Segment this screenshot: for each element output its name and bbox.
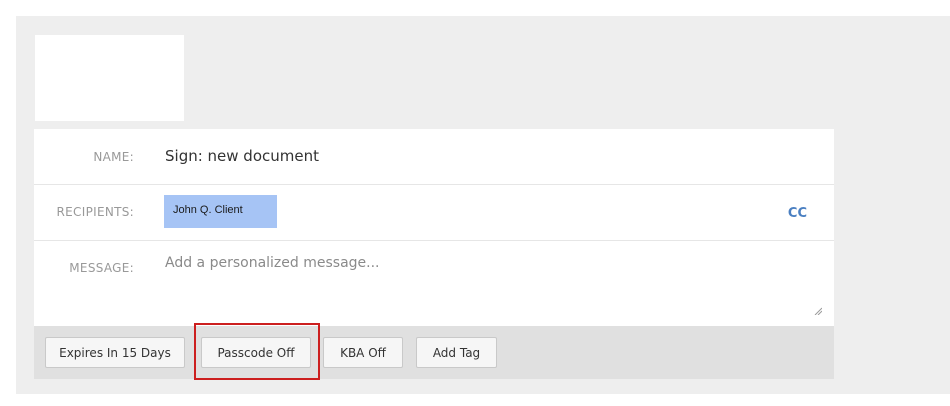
- recipients-label: RECIPIENTS:: [56, 205, 134, 219]
- message-input[interactable]: [163, 251, 827, 329]
- recipients-row: RECIPIENTS: John Q. Client CC: [34, 185, 834, 241]
- logo-placeholder: [35, 35, 184, 121]
- message-label: MESSAGE:: [69, 261, 134, 275]
- expires-button[interactable]: Expires In 15 Days: [45, 337, 185, 368]
- add-tag-button[interactable]: Add Tag: [416, 337, 497, 368]
- cc-link[interactable]: CC: [788, 206, 807, 221]
- name-label: NAME:: [93, 150, 134, 164]
- signature-request-form: NAME: Sign: new document RECIPIENTS: Joh…: [34, 129, 834, 379]
- document-name-value[interactable]: Sign: new document: [165, 147, 319, 165]
- recipient-chip[interactable]: John Q. Client: [164, 195, 277, 228]
- options-toolbar: Expires In 15 Days Passcode Off KBA Off …: [34, 326, 834, 379]
- name-row: NAME: Sign: new document: [34, 129, 834, 185]
- passcode-button[interactable]: Passcode Off: [201, 337, 311, 368]
- resize-grip-icon[interactable]: [814, 307, 822, 315]
- message-row: MESSAGE:: [34, 241, 834, 329]
- kba-button[interactable]: KBA Off: [323, 337, 403, 368]
- document-panel: NAME: Sign: new document RECIPIENTS: Joh…: [16, 16, 950, 394]
